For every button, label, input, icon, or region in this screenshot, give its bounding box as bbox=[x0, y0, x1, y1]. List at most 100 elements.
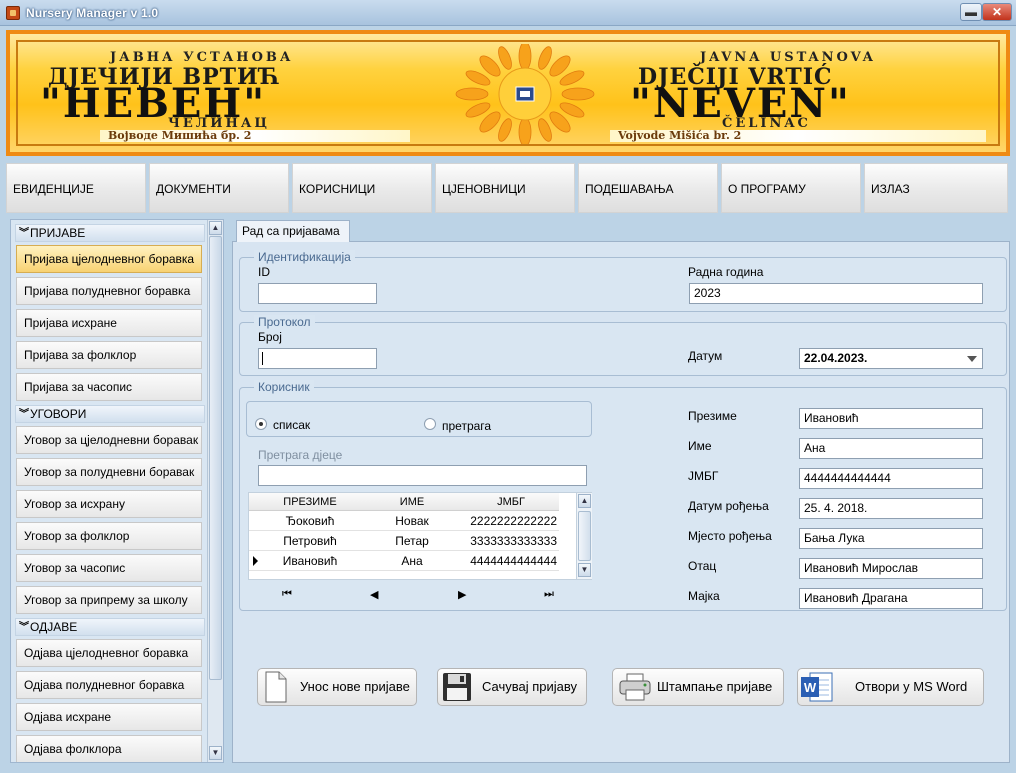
grid-scrollbar[interactable]: ▲ ▼ bbox=[576, 493, 592, 579]
cell-surname: Петровић bbox=[283, 534, 337, 548]
sidebar-item-ugovor-poludnevni[interactable]: Уговор за полудневни боравак bbox=[16, 458, 202, 486]
sidebar-item-ugovor-ishrana[interactable]: Уговор за исхрану bbox=[16, 490, 202, 518]
mother-input[interactable]: Ивановић Драгана bbox=[799, 588, 983, 609]
save-application-button[interactable]: Сачувај пријаву bbox=[437, 668, 587, 706]
father-input[interactable]: Ивановић Мирослав bbox=[799, 558, 983, 579]
scroll-up-arrow-icon[interactable]: ▲ bbox=[578, 494, 591, 508]
column-header-surname[interactable]: ПРЕЗИМЕ bbox=[265, 493, 355, 511]
column-header-jmbg[interactable]: ЈМБГ bbox=[463, 493, 559, 511]
scroll-thumb[interactable] bbox=[209, 236, 222, 680]
sidebar-item-prijava-ishrane[interactable]: Пријава исхране bbox=[16, 309, 202, 337]
date-picker[interactable]: 22.04.2023. bbox=[799, 348, 983, 369]
previous-record-icon[interactable]: ◀ bbox=[370, 588, 378, 601]
section-ugovori[interactable]: ︾ УГОВОРИ bbox=[15, 405, 205, 423]
sidebar-scrollbar[interactable]: ▲ ▼ bbox=[207, 220, 223, 762]
menu-cjenovnici[interactable]: ЦЈЕНОВНИЦИ bbox=[435, 163, 575, 213]
print-application-button[interactable]: Штампање пријаве bbox=[612, 668, 784, 706]
grid-header: ПРЕЗИМЕ ИМЕ ЈМБГ bbox=[249, 493, 559, 511]
user-group: Корисник списак претрага Претрага дјеце … bbox=[239, 380, 1007, 611]
number-input[interactable] bbox=[258, 348, 377, 369]
table-row[interactable]: Петровић Петар 3333333333333 bbox=[249, 531, 559, 551]
menu-izlaz[interactable]: ИЗЛАЗ bbox=[864, 163, 1008, 213]
table-row[interactable]: Ђоковић Новак 2222222222222 bbox=[249, 511, 559, 531]
sidebar-item-ugovor-folklor[interactable]: Уговор за фолклор bbox=[16, 522, 202, 550]
scroll-down-arrow-icon[interactable]: ▼ bbox=[209, 746, 222, 760]
new-application-button[interactable]: Унос нове пријаве bbox=[257, 668, 417, 706]
section-title: УГОВОРИ bbox=[30, 407, 87, 421]
sidebar-item-odjava-poludnevnog[interactable]: Одјава полудневног боравка bbox=[16, 671, 202, 699]
sidebar-item-prijava-cjelodnevnog[interactable]: Пријава цјелодневног боравка bbox=[16, 245, 202, 273]
radio-list-label[interactable]: списак bbox=[273, 418, 310, 432]
chevron-collapse-icon: ︾ bbox=[19, 409, 29, 420]
first-name-label: Име bbox=[688, 439, 712, 453]
menu-dokumenti[interactable]: ДОКУМЕНТИ bbox=[149, 163, 289, 213]
table-row[interactable]: Ивановић Ана 4444444444444 bbox=[249, 551, 559, 571]
title-bar: Nursery Manager v 1.0 ▬ ✕ bbox=[0, 0, 1016, 26]
jmbg-input[interactable]: 4444444444444 bbox=[799, 468, 983, 489]
scroll-up-arrow-icon[interactable]: ▲ bbox=[209, 221, 222, 235]
scroll-thumb[interactable] bbox=[578, 511, 591, 561]
sidebar-item-ugovor-skola[interactable]: Уговор за припрему за школу bbox=[16, 586, 202, 614]
year-input[interactable]: 2023 bbox=[689, 283, 983, 304]
radio-search[interactable] bbox=[424, 418, 436, 430]
protocol-group: Протокол Број Датум 22.04.2023. bbox=[239, 315, 1007, 376]
birth-place-label: Мјесто рођења bbox=[688, 529, 772, 543]
sidebar-item-ugovor-casopis[interactable]: Уговор за часопис bbox=[16, 554, 202, 582]
floppy-disk-icon bbox=[443, 673, 471, 701]
birth-place-input[interactable]: Бања Лука bbox=[799, 528, 983, 549]
identification-title: Идентификација bbox=[254, 250, 355, 264]
sidebar-item-prijava-casopis[interactable]: Пријава за часопис bbox=[16, 373, 202, 401]
menu-o-programu[interactable]: О ПРОГРАМУ bbox=[721, 163, 861, 213]
cell-name: Ана bbox=[401, 554, 423, 568]
section-prijave[interactable]: ︾ ПРИЈАВЕ bbox=[15, 224, 205, 242]
birth-date-label: Датум рођења bbox=[688, 499, 769, 513]
id-input[interactable] bbox=[258, 283, 377, 304]
user-title: Корисник bbox=[254, 380, 314, 394]
cell-jmbg: 3333333333333 bbox=[470, 534, 557, 548]
minimize-button[interactable]: ▬ bbox=[960, 3, 982, 21]
surname-input[interactable]: Ивановић bbox=[799, 408, 983, 429]
surname-label: Презиме bbox=[688, 409, 737, 423]
sidebar-item-ugovor-cjelodnevni[interactable]: Уговор за цјелодневни боравак bbox=[16, 426, 202, 454]
cell-surname: Ивановић bbox=[282, 554, 338, 568]
protocol-title: Протокол bbox=[254, 315, 315, 329]
scroll-down-arrow-icon[interactable]: ▼ bbox=[578, 563, 591, 577]
mother-label: Мајка bbox=[688, 589, 720, 603]
cell-name: Петар bbox=[395, 534, 429, 548]
sidebar: ︾ ПРИЈАВЕ Пријава цјелодневног боравка Пр… bbox=[10, 219, 224, 763]
open-in-word-button[interactable]: W Отвори у MS Word bbox=[797, 668, 984, 706]
close-button[interactable]: ✕ bbox=[982, 3, 1012, 21]
sidebar-item-odjava-ishrane[interactable]: Одјава исхране bbox=[16, 703, 202, 731]
menu-evidencije[interactable]: ЕВИДЕНЦИЈЕ bbox=[6, 163, 146, 213]
section-odjave[interactable]: ︾ ОДЈАВЕ bbox=[15, 618, 205, 636]
identification-group: Идентификација ID Радна година 2023 bbox=[239, 250, 1007, 312]
radio-search-label[interactable]: претрага bbox=[442, 419, 491, 433]
sidebar-item-prijava-poludnevnog[interactable]: Пријава полудневног боравка bbox=[16, 277, 202, 305]
father-label: Отац bbox=[688, 559, 717, 573]
chevron-down-icon[interactable] bbox=[967, 356, 977, 362]
column-header-name[interactable]: ИМЕ bbox=[367, 493, 457, 511]
birth-date-input[interactable]: 25. 4. 2018. bbox=[799, 498, 983, 519]
jmbg-label: ЈМБГ bbox=[688, 469, 719, 483]
first-record-icon[interactable]: ⏮ bbox=[282, 588, 292, 601]
ms-word-icon: W bbox=[801, 672, 833, 702]
last-record-icon[interactable]: ⏭ bbox=[544, 588, 554, 601]
tab-rad-sa-prijavama[interactable]: Рад са пријавама bbox=[236, 220, 350, 242]
banner-left-address: Војводе Мишића бр. 2 bbox=[100, 130, 410, 142]
app-icon bbox=[6, 6, 20, 20]
sidebar-item-prijava-folklor[interactable]: Пријава за фолклор bbox=[16, 341, 202, 369]
cell-surname: Ђоковић bbox=[285, 514, 335, 528]
sidebar-item-odjava-folklora[interactable]: Одјава фолклора bbox=[16, 735, 202, 762]
chevron-collapse-icon: ︾ bbox=[19, 622, 29, 633]
child-search-input[interactable] bbox=[258, 465, 587, 486]
sidebar-item-odjava-cjelodnevnog[interactable]: Одјава цјелодневног боравка bbox=[16, 639, 202, 667]
save-application-label: Сачувај пријаву bbox=[482, 679, 578, 694]
banner-right-address: Vojvode Mišića br. 2 bbox=[610, 130, 986, 142]
print-application-label: Штампање пријаве bbox=[657, 679, 773, 694]
header-banner: ЈАВНА УСТАНОВА ДЈЕЧИЈИ ВРТИЋ "НЕВЕН" ЧЕЛ… bbox=[6, 30, 1010, 156]
menu-korisnici[interactable]: КОРИСНИЦИ bbox=[292, 163, 432, 213]
first-name-input[interactable]: Ана bbox=[799, 438, 983, 459]
next-record-icon[interactable]: ▶ bbox=[458, 588, 466, 601]
menu-podesavanja[interactable]: ПОДЕШАВАЊА bbox=[578, 163, 718, 213]
radio-list[interactable] bbox=[255, 418, 267, 430]
